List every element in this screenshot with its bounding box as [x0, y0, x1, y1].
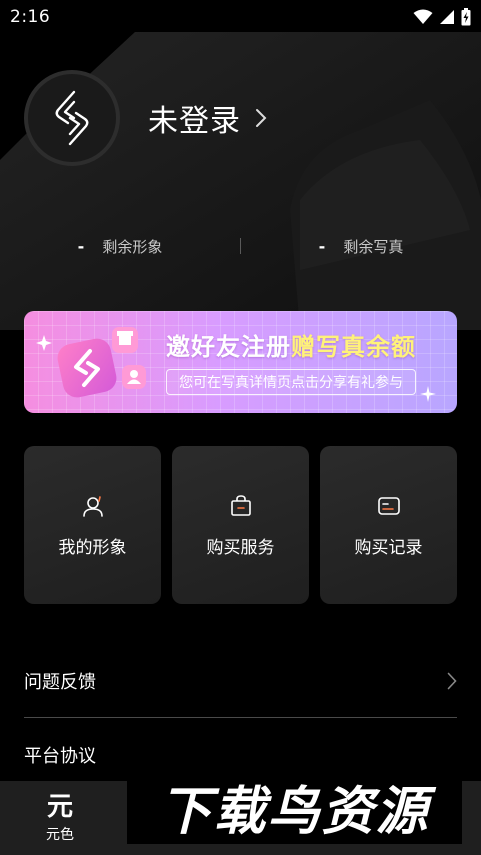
record-card-icon [376, 493, 402, 519]
agreement-row[interactable]: 平台协议 [24, 740, 457, 770]
invite-banner[interactable]: 邀好友注册赠写真余额 您可在写真详情页点击分享有礼参与 [24, 311, 457, 413]
banner-subtitle: 您可在写真详情页点击分享有礼参与 [166, 369, 416, 395]
signal-icon [440, 10, 454, 24]
menu-card-my-avatar[interactable]: 我的形象 [24, 446, 161, 604]
list-divider [24, 717, 457, 718]
banner-title: 邀好友注册赠写真余额 [166, 327, 416, 362]
watermark: 下载鸟资源 [127, 768, 462, 844]
menu-grid: 我的形象 购买服务 购买记录 [24, 446, 457, 604]
banner-illustration-icon [36, 327, 146, 398]
stats-bar: - 剩余形象 - 剩余写真 [0, 232, 481, 260]
tab-glyph-icon: 元 [46, 792, 73, 822]
stat-label: 剩余写真 [343, 237, 404, 256]
battery-icon [461, 8, 471, 26]
chevron-right-icon[interactable] [255, 108, 267, 128]
tab-label: 元色 [46, 827, 74, 843]
avatar[interactable] [24, 70, 120, 166]
banner-title-main: 邀好友注册 [166, 333, 291, 361]
menu-label: 购买记录 [354, 537, 423, 558]
stat-remaining-avatars: - 剩余形象 [0, 236, 240, 257]
banner-title-highlight: 赠写真余额 [291, 333, 416, 361]
status-bar: 2:16 [0, 0, 481, 34]
stat-value: - [77, 236, 85, 256]
stat-value: - [318, 236, 326, 256]
tab-yuanse[interactable]: 元 元色 [0, 781, 120, 855]
watermark-text: 下载鸟资源 [159, 781, 430, 842]
feedback-row[interactable]: 问题反馈 [24, 666, 457, 696]
feedback-label: 问题反馈 [24, 672, 96, 693]
wifi-icon [413, 9, 433, 24]
status-time: 2:16 [10, 7, 51, 27]
menu-card-buy-service[interactable]: 购买服务 [172, 446, 309, 604]
stat-remaining-photos: - 剩余写真 [241, 236, 481, 257]
app-logo-icon [55, 90, 89, 146]
user-avatar-icon [80, 493, 106, 519]
login-text[interactable]: 未登录 [148, 96, 241, 140]
agreement-label: 平台协议 [24, 746, 96, 767]
menu-label: 购买服务 [206, 537, 275, 558]
menu-card-purchase-record[interactable]: 购买记录 [320, 446, 457, 604]
stat-label: 剩余形象 [102, 237, 163, 256]
profile-header[interactable]: 未登录 [24, 70, 267, 166]
shopping-bag-icon [228, 493, 254, 519]
menu-label: 我的形象 [58, 537, 127, 558]
sparkle-icon [420, 386, 436, 402]
chevron-right-icon [447, 672, 457, 690]
status-icons [413, 8, 471, 26]
